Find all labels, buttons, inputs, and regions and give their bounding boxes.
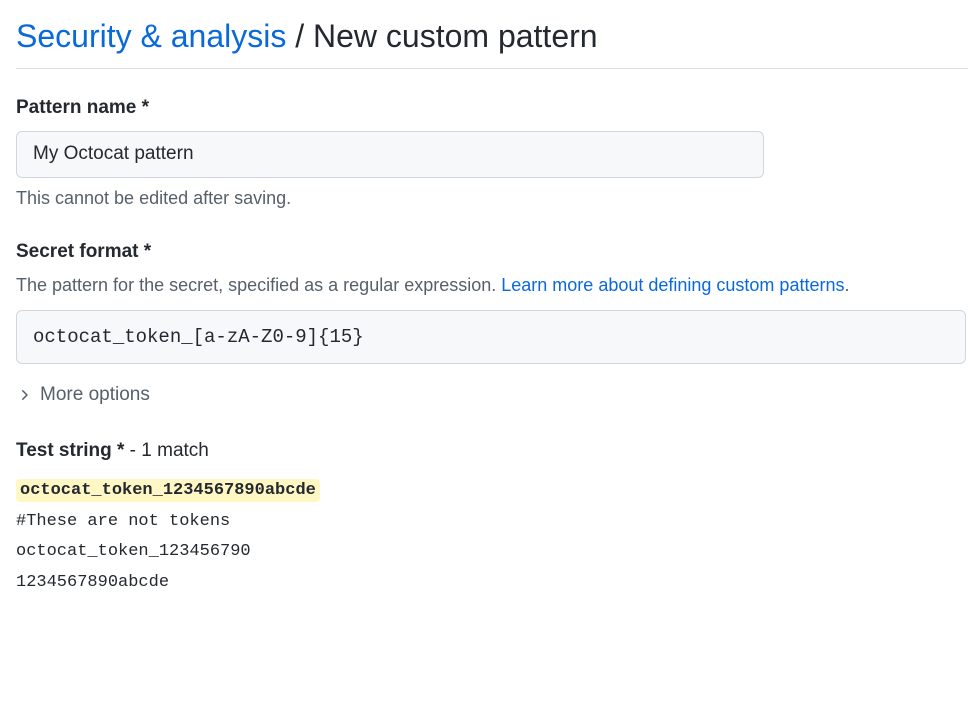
test-string-content[interactable]: octocat_token_1234567890abcde #These are … (16, 476, 968, 598)
test-line: 1234567890abcde (16, 568, 968, 599)
breadcrumb: Security & analysis / New custom pattern (16, 16, 968, 56)
chevron-right-icon (16, 387, 32, 403)
matched-token: octocat_token_1234567890abcde (16, 479, 320, 502)
test-line: octocat_token_1234567890abcde (16, 476, 968, 507)
more-options-toggle[interactable]: More options (16, 384, 150, 406)
secret-format-description: The pattern for the secret, specified as… (16, 275, 968, 296)
learn-more-link[interactable]: Learn more about defining custom pattern… (501, 275, 844, 295)
pattern-name-helper: This cannot be edited after saving. (16, 188, 968, 209)
secret-format-input[interactable] (16, 310, 966, 365)
pattern-name-section: Pattern name * This cannot be edited aft… (16, 97, 968, 209)
test-line: octocat_token_123456790 (16, 537, 968, 568)
test-string-label-prefix: Test string * (16, 440, 124, 461)
pattern-name-label: Pattern name * (16, 97, 968, 119)
secret-format-label: Secret format * (16, 241, 968, 263)
test-string-section: Test string * - 1 match octocat_token_12… (16, 440, 968, 598)
breadcrumb-separator: / (286, 18, 313, 54)
more-options-label: More options (40, 384, 150, 406)
test-string-match-count: - 1 match (124, 440, 208, 461)
secret-format-section: Secret format * The pattern for the secr… (16, 241, 968, 409)
page-header: Security & analysis / New custom pattern (16, 16, 968, 69)
breadcrumb-link-security[interactable]: Security & analysis (16, 18, 286, 54)
breadcrumb-current: New custom pattern (313, 18, 598, 54)
secret-format-description-suffix: . (844, 275, 849, 295)
test-line: #These are not tokens (16, 507, 968, 538)
pattern-name-input[interactable] (16, 131, 764, 178)
test-string-label: Test string * - 1 match (16, 440, 968, 462)
secret-format-description-text: The pattern for the secret, specified as… (16, 275, 501, 295)
